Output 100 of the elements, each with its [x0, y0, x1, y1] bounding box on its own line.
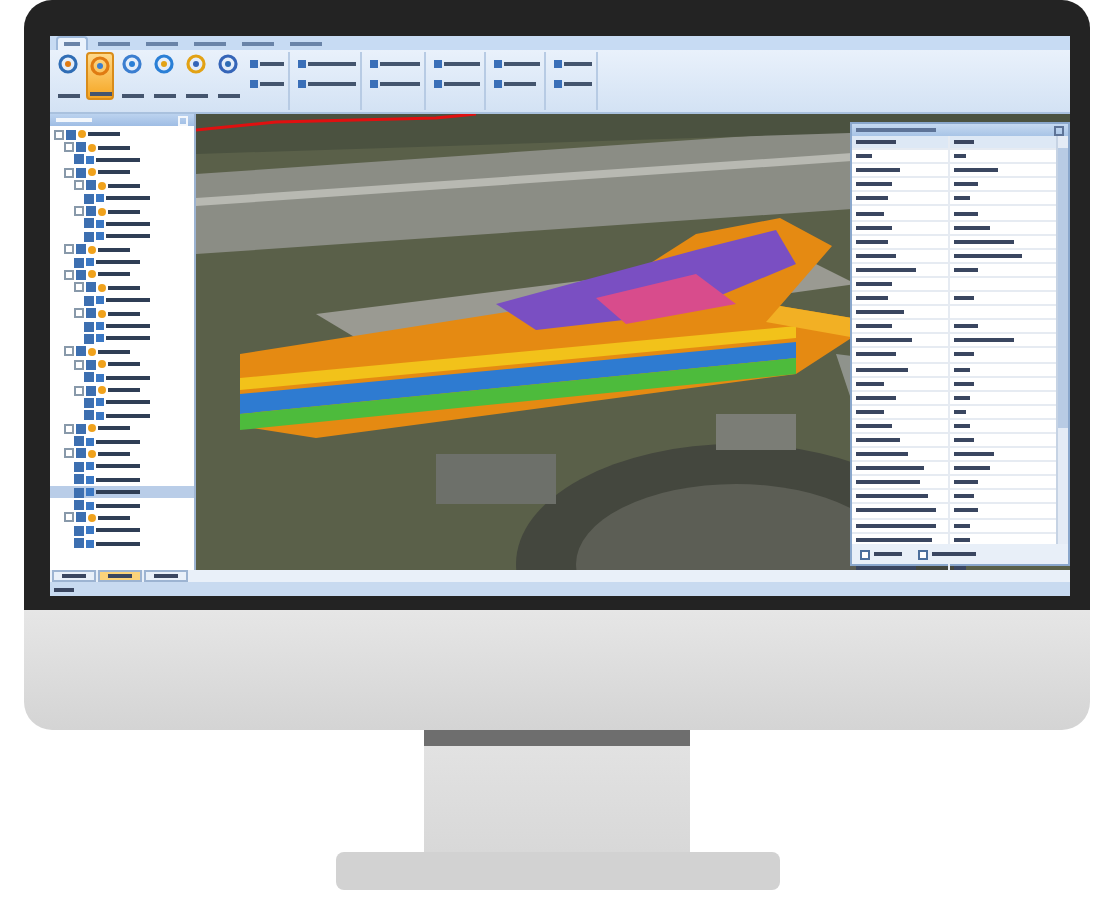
checkbox[interactable] [74, 525, 84, 536]
blurred-label [856, 253, 896, 258]
collapse-icon[interactable] [74, 180, 84, 191]
blurred-label [106, 196, 150, 201]
collapse-icon[interactable] [74, 308, 84, 319]
ribbon-tab[interactable] [92, 38, 136, 50]
collapse-icon[interactable] [74, 359, 84, 370]
blurred-label [954, 182, 978, 187]
ribbon-button[interactable] [214, 52, 242, 100]
checkbox[interactable] [74, 474, 84, 485]
tool-icon[interactable] [298, 59, 306, 67]
collapse-icon[interactable] [64, 244, 74, 255]
ribbon-tab[interactable] [284, 38, 328, 50]
blurred-label [88, 132, 120, 137]
checkbox[interactable] [74, 436, 84, 447]
ribbon-tab[interactable] [188, 38, 232, 50]
tool-icon[interactable] [494, 59, 502, 67]
collapse-icon[interactable] [74, 206, 84, 217]
collapse-icon[interactable] [54, 129, 64, 140]
ribbon-button[interactable] [118, 52, 146, 100]
checkbox[interactable] [84, 231, 94, 242]
checkbox[interactable] [76, 269, 86, 280]
tool-icon[interactable] [298, 79, 306, 87]
ribbon-button[interactable] [54, 52, 82, 100]
tool-icon[interactable] [250, 79, 258, 87]
collapse-icon[interactable] [64, 423, 74, 434]
collapse-icon[interactable] [64, 167, 74, 178]
checkbox[interactable] [74, 487, 84, 498]
panel-tab[interactable] [144, 570, 188, 582]
collapse-icon[interactable] [64, 142, 74, 153]
blurred-label [98, 170, 130, 175]
blurred-label [108, 362, 140, 367]
blurred-label [954, 239, 1014, 244]
blurred-label [954, 494, 974, 499]
checkbox[interactable] [84, 295, 94, 306]
checkbox[interactable] [76, 244, 86, 255]
checkbox[interactable] [86, 180, 96, 191]
checkbox[interactable] [74, 154, 84, 165]
checkbox[interactable] [84, 410, 94, 421]
ribbon-tab[interactable] [236, 38, 280, 50]
panel-tab[interactable] [98, 570, 142, 582]
tool-icon[interactable] [554, 59, 562, 67]
collapse-icon[interactable] [64, 346, 74, 357]
checkbox[interactable] [918, 549, 928, 559]
checkbox[interactable] [76, 448, 86, 459]
blurred-label [954, 253, 1022, 258]
tree-item[interactable] [50, 485, 194, 499]
folder-icon [88, 449, 96, 458]
checkbox[interactable] [74, 538, 84, 549]
collapse-icon[interactable] [74, 282, 84, 293]
checkbox[interactable] [86, 206, 96, 217]
tool-icon[interactable] [370, 59, 378, 67]
ribbon-button[interactable] [86, 52, 114, 100]
blurred-label [96, 541, 140, 546]
blurred-label [106, 298, 150, 303]
blurred-label [954, 225, 990, 230]
checkbox[interactable] [84, 397, 94, 408]
tool-icon[interactable] [370, 79, 378, 87]
collapse-icon[interactable] [64, 448, 74, 459]
ribbon-tab[interactable] [56, 36, 88, 50]
tool-icon[interactable] [494, 79, 502, 87]
checkbox[interactable] [84, 321, 94, 332]
checkbox[interactable] [84, 333, 94, 344]
blurred-label [96, 477, 140, 482]
ribbon-button[interactable] [150, 52, 178, 100]
checkbox[interactable] [84, 372, 94, 383]
blurred-label [954, 452, 994, 457]
checkbox[interactable] [860, 549, 870, 559]
ribbon-button[interactable] [182, 52, 210, 100]
tool-icon[interactable] [250, 59, 258, 67]
checkbox[interactable] [74, 257, 84, 268]
collapse-icon[interactable] [64, 269, 74, 280]
ribbon-tab[interactable] [140, 38, 184, 50]
blurred-label [856, 452, 908, 457]
checkbox[interactable] [86, 359, 96, 370]
checkbox[interactable] [76, 167, 86, 178]
collapse-icon[interactable] [74, 385, 84, 395]
blurred-label [954, 296, 974, 301]
blurred-label [856, 182, 892, 187]
panel-tab[interactable] [52, 570, 96, 582]
checkbox[interactable] [74, 500, 84, 511]
checkbox[interactable] [66, 129, 76, 140]
checkbox[interactable] [76, 346, 86, 357]
tool-icon[interactable] [554, 79, 562, 87]
collapse-icon[interactable] [64, 512, 74, 523]
checkbox[interactable] [86, 308, 96, 319]
tool-icon[interactable] [434, 79, 442, 87]
checkbox[interactable] [84, 193, 94, 204]
blurred-label [108, 285, 140, 290]
checkbox[interactable] [84, 218, 94, 229]
blurred-label [856, 565, 916, 570]
checkbox[interactable] [76, 142, 86, 153]
checkbox[interactable] [76, 423, 86, 434]
checkbox[interactable] [86, 282, 96, 293]
scrollbar[interactable] [1056, 136, 1068, 544]
checkbox[interactable] [76, 512, 86, 523]
checkbox[interactable] [74, 461, 84, 472]
checkbox[interactable] [86, 385, 96, 395]
tool-icon[interactable] [434, 59, 442, 67]
blurred-label [106, 413, 150, 418]
